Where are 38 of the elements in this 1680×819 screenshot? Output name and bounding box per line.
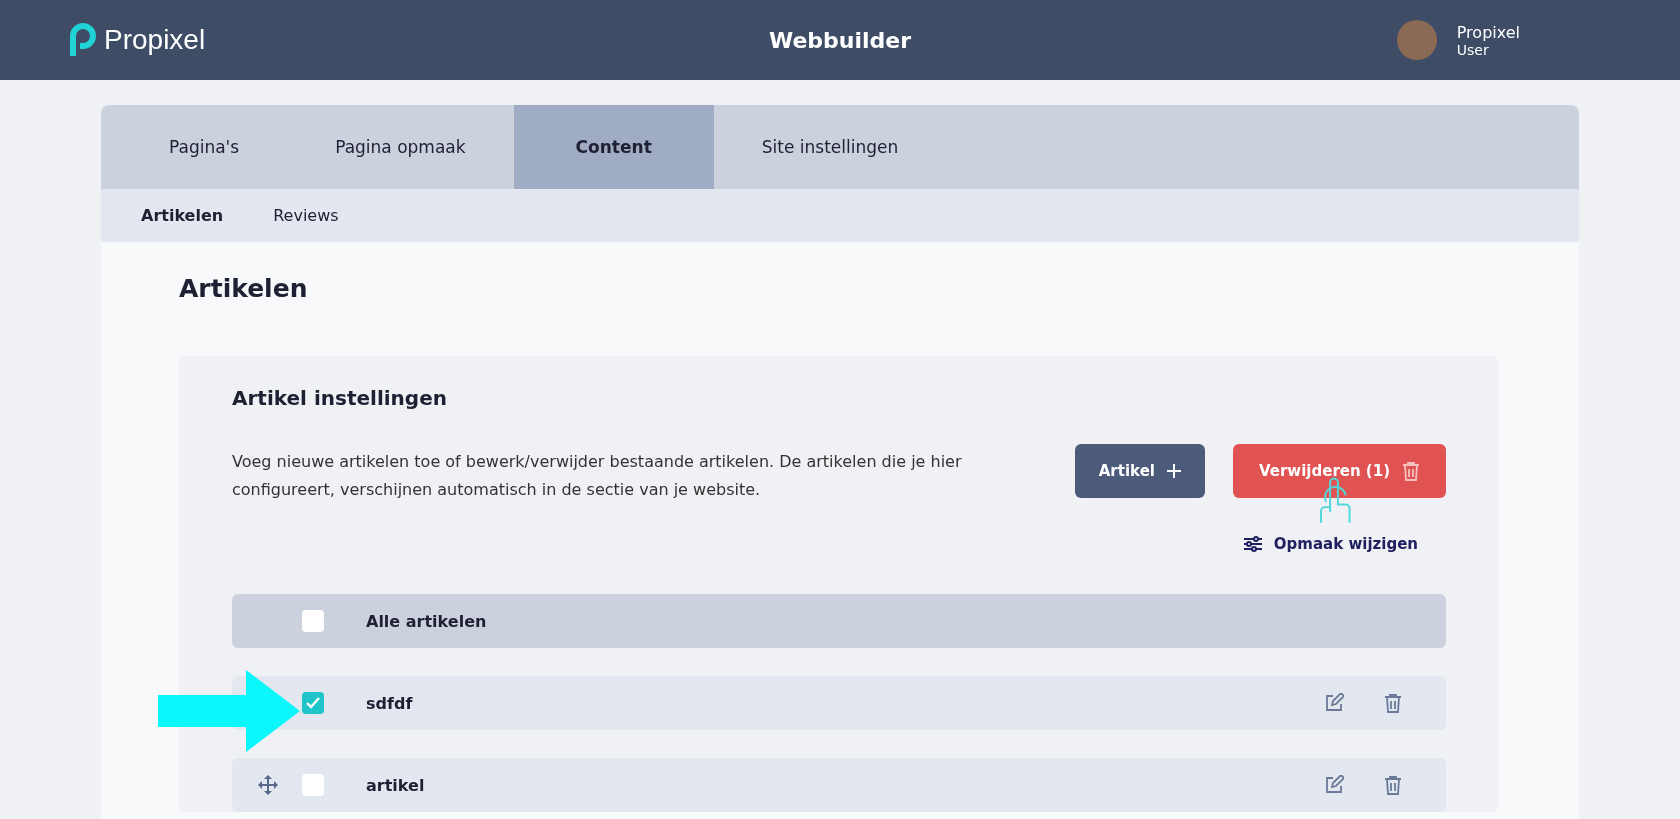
tab[interactable]: Pagina's (121, 105, 288, 189)
logo-icon (70, 23, 96, 57)
edit-icon (1324, 693, 1344, 713)
edit-button[interactable] (1324, 693, 1344, 713)
checkbox[interactable] (302, 610, 324, 632)
edit-button[interactable] (1324, 775, 1344, 795)
user-role: User (1456, 41, 1490, 58)
delete-row-button[interactable] (1384, 693, 1402, 713)
checkbox[interactable] (302, 692, 324, 714)
user-name: Propixel (1456, 22, 1520, 42)
avatar[interactable] (1396, 20, 1437, 60)
app-title: Webbuilder (768, 27, 912, 53)
description: Voeg nieuwe artikelen toe of bewerk/verwijder bestaande artikelen. De artikelen die je hier configureert, verschijnen automatisch in de sectie van je website. (232, 451, 963, 501)
add-article-button[interactable]: Artikel (1074, 444, 1205, 498)
article-row[interactable]: artikel (232, 758, 1446, 812)
article-title: sdfdf (366, 693, 413, 713)
tab[interactable]: Site instellingen (713, 105, 947, 189)
card-title: Artikel instellingen (232, 386, 448, 410)
article-title: artikel (366, 775, 425, 795)
logo-text: Propixel (104, 24, 206, 56)
page-heading: Artikelen (178, 273, 309, 305)
edit-layout-link[interactable]: Opmaak wijzigen (1237, 534, 1424, 554)
tab[interactable]: Pagina opmaak (287, 105, 514, 189)
subtab[interactable]: Artikelen (141, 189, 224, 242)
move-icon[interactable] (258, 775, 278, 795)
trash-icon (1384, 775, 1402, 795)
subtab[interactable]: Reviews (273, 189, 339, 242)
trash-icon (1384, 693, 1402, 713)
checkmark-icon (306, 697, 320, 709)
tab[interactable]: Content (513, 105, 714, 189)
plus-icon (1166, 464, 1181, 478)
checkbox[interactable] (302, 774, 324, 796)
edit-icon (1324, 775, 1344, 795)
article-row[interactable]: sdfdf (232, 676, 1446, 730)
trash-icon (1402, 461, 1420, 481)
sliders-icon (1243, 536, 1262, 552)
delete-row-button[interactable] (1384, 775, 1402, 795)
header-label: Alle artikelen (366, 611, 487, 631)
